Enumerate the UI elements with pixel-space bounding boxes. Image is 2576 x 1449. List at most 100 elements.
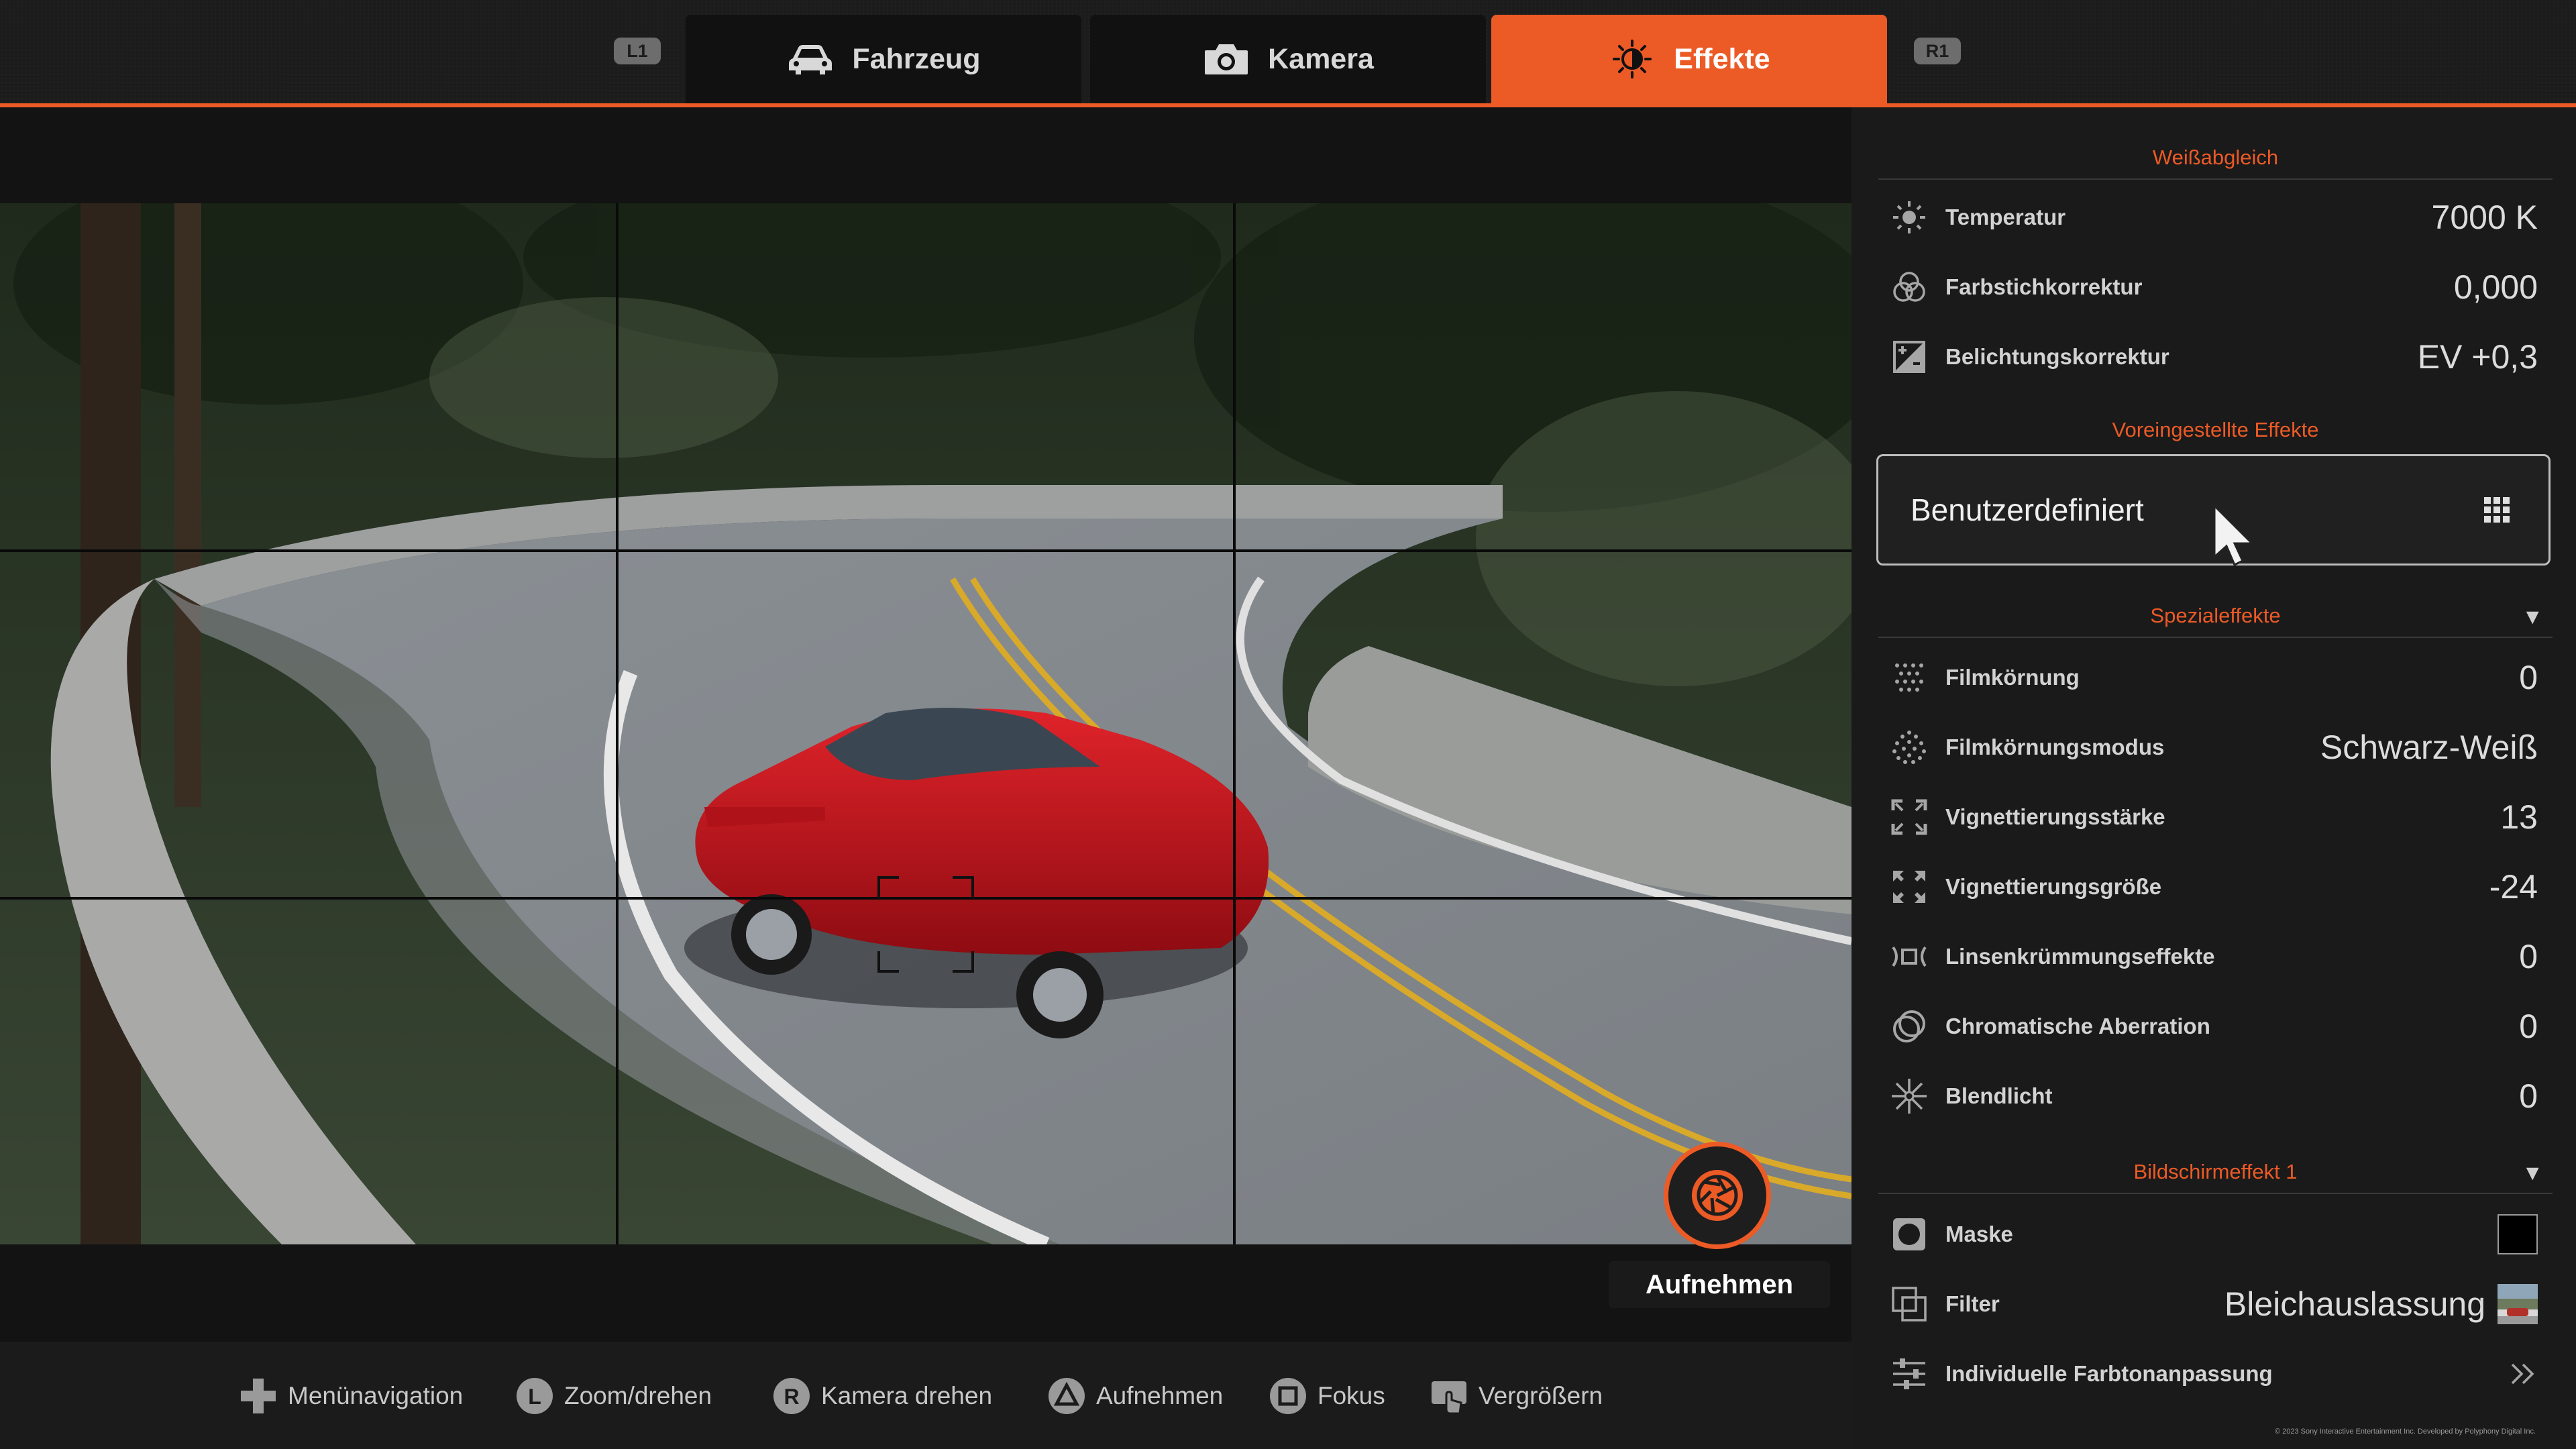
- setting-label: Vignettierungsgröße: [1945, 874, 2162, 899]
- cursor-pointer-icon: [2213, 503, 2255, 567]
- setting-value: 0: [2519, 659, 2538, 696]
- setting-label: Chromatische Aberration: [1945, 1014, 2210, 1038]
- hint-zoom-rotate: L Zoom/drehen: [515, 1374, 712, 1418]
- setting-custom-tone[interactable]: Individuelle Farbtonanpassung: [1878, 1339, 2553, 1409]
- copyright-notice: © 2023 Sony Interactive Entertainment In…: [2274, 1428, 2536, 1436]
- section-title-text: Spezialeffekte: [2150, 604, 2281, 627]
- chromatic-icon: [1893, 1010, 1925, 1042]
- tab-label: Fahrzeug: [852, 42, 981, 75]
- mask-icon: [1893, 1218, 1925, 1250]
- hint-label: Vergrößern: [1479, 1382, 1603, 1409]
- shutter-icon: [1692, 1170, 1743, 1221]
- scene-image: [0, 203, 1851, 1244]
- photo-viewport[interactable]: [0, 203, 1851, 1244]
- setting-flare[interactable]: Blendlicht 0: [1878, 1061, 2553, 1131]
- setting-film-grain-mode[interactable]: Filmkörnungsmodus Schwarz-Weiß: [1878, 712, 2553, 782]
- brightness-icon: [1613, 40, 1652, 78]
- setting-mask[interactable]: Maske: [1878, 1199, 2553, 1269]
- setting-value: 0: [2519, 938, 2538, 975]
- setting-value: 0: [2519, 1008, 2538, 1045]
- section-title-presets: Voreingestellte Effekte: [2112, 418, 2319, 441]
- hint-label: Kamera drehen: [821, 1382, 993, 1409]
- sun-icon: [1893, 201, 1925, 233]
- hint-label: Aufnehmen: [1096, 1382, 1224, 1409]
- tab-kamera[interactable]: Kamera: [1090, 15, 1486, 103]
- effects-panel: Weißabgleich Temperatur 7000 K Farbstich…: [1851, 107, 2576, 1449]
- right-stick-icon: R: [773, 1378, 810, 1414]
- grid-line-horizontal: [0, 897, 1851, 900]
- setting-label: Belichtungskorrektur: [1945, 344, 2169, 369]
- setting-value: Bleichauslassung: [2224, 1285, 2485, 1323]
- hint-menu-navigation: Menünavigation: [238, 1374, 463, 1418]
- setting-label: Individuelle Farbtonanpassung: [1945, 1361, 2273, 1386]
- setting-value: -24: [2489, 868, 2538, 906]
- tab-label: Effekte: [1674, 42, 1770, 75]
- viewport-letterbox-top: [0, 107, 1851, 203]
- setting-value: Schwarz-Weiß: [2320, 729, 2538, 766]
- hint-focus: Fokus: [1268, 1374, 1385, 1418]
- mask-color-swatch: [2498, 1214, 2538, 1254]
- setting-value: 0,000: [2453, 268, 2538, 306]
- setting-label: Maske: [1945, 1222, 2013, 1246]
- setting-exposure-compensation[interactable]: Belichtungskorrektur EV +0,3: [1878, 322, 2553, 392]
- svg-text:L: L: [528, 1385, 541, 1409]
- filter-thumbnail: [2498, 1284, 2538, 1324]
- touchpad-icon: [1432, 1381, 1466, 1415]
- grid-menu-icon: [2484, 497, 2510, 523]
- setting-color-cast-correction[interactable]: Farbstichkorrektur 0,000: [1878, 252, 2553, 322]
- setting-label: Vignettierungsstärke: [1945, 804, 2165, 829]
- hint-label: Fokus: [1318, 1382, 1385, 1409]
- sliders-icon: [1893, 1358, 1925, 1389]
- r1-button-icon[interactable]: R1: [1914, 38, 1961, 64]
- filter-icon: [1892, 1287, 1927, 1322]
- setting-vignette-size[interactable]: Vignettierungsgröße -24: [1878, 852, 2553, 922]
- grain-icon: [1895, 663, 1923, 692]
- setting-value: 13: [2500, 798, 2538, 836]
- section-title-special-effects[interactable]: Spezialeffekte ▼: [1878, 595, 2553, 638]
- hint-capture: Aufnehmen: [1046, 1374, 1223, 1418]
- camera-icon: [1205, 44, 1248, 74]
- setting-label: Filmkörnungsmodus: [1945, 735, 2165, 759]
- setting-temperature[interactable]: Temperatur 7000 K: [1878, 182, 2553, 252]
- lens-distortion-icon: [1892, 946, 1927, 967]
- capture-label: Aufnehmen: [1609, 1261, 1830, 1308]
- tab-fahrzeug[interactable]: Fahrzeug: [686, 15, 1081, 103]
- setting-label: Filmkörnung: [1945, 665, 2080, 690]
- top-tab-bar: L1 Fahrzeug Kamera Effekte R1: [0, 0, 2576, 107]
- vignette-strength-icon: [1891, 799, 1927, 835]
- setting-lens-distortion[interactable]: Linsenkrümmungseffekte 0: [1878, 922, 2553, 991]
- car-icon: [789, 45, 833, 74]
- setting-value: 0: [2519, 1077, 2538, 1115]
- controller-hint-bar: Menünavigation L Zoom/drehen R Kamera dr…: [0, 1342, 1851, 1449]
- setting-value: EV +0,3: [2417, 338, 2538, 376]
- collapse-arrow-icon[interactable]: ▼: [2522, 604, 2543, 629]
- grid-line-vertical: [1233, 203, 1236, 1244]
- setting-label: Temperatur: [1945, 205, 2066, 229]
- tab-effekte[interactable]: Effekte: [1491, 15, 1887, 103]
- setting-film-grain[interactable]: Filmkörnung 0: [1878, 643, 2553, 712]
- setting-chromatic-aberration[interactable]: Chromatische Aberration 0: [1878, 991, 2553, 1061]
- section-title-white-balance: Weißabgleich: [1878, 137, 2553, 180]
- setting-vignette-strength[interactable]: Vignettierungsstärke 13: [1878, 782, 2553, 852]
- grid-line-horizontal: [0, 549, 1851, 552]
- preset-value: Benutzerdefiniert: [1911, 492, 2144, 527]
- hint-label: Zoom/drehen: [564, 1382, 712, 1409]
- double-chevron-right-icon[interactable]: [2508, 1360, 2538, 1387]
- grain-mode-icon: [1892, 731, 1926, 764]
- setting-value: 7000 K: [2431, 199, 2538, 236]
- triangle-button-icon: [1049, 1378, 1085, 1414]
- section-title-text: Bildschirmeffekt 1: [2133, 1160, 2298, 1183]
- l1-button-icon[interactable]: L1: [614, 38, 661, 64]
- setting-label: Farbstichkorrektur: [1945, 274, 2143, 299]
- svg-text:R: R: [784, 1385, 799, 1409]
- setting-filter[interactable]: Filter Bleichauslassung: [1878, 1269, 2553, 1339]
- hint-enlarge: Vergrößern: [1429, 1374, 1603, 1418]
- viewport-letterbox-bottom: [0, 1244, 1851, 1342]
- hint-camera-rotate: R Kamera drehen: [771, 1374, 992, 1418]
- section-title-screen-effect-1[interactable]: Bildschirmeffekt 1 ▼: [1878, 1151, 2553, 1194]
- color-circles-icon: [1893, 272, 1925, 302]
- capture-button[interactable]: [1664, 1142, 1771, 1249]
- collapse-arrow-icon[interactable]: ▼: [2522, 1161, 2543, 1185]
- setting-label: Blendlicht: [1945, 1083, 2053, 1108]
- dpad-icon: [241, 1379, 276, 1413]
